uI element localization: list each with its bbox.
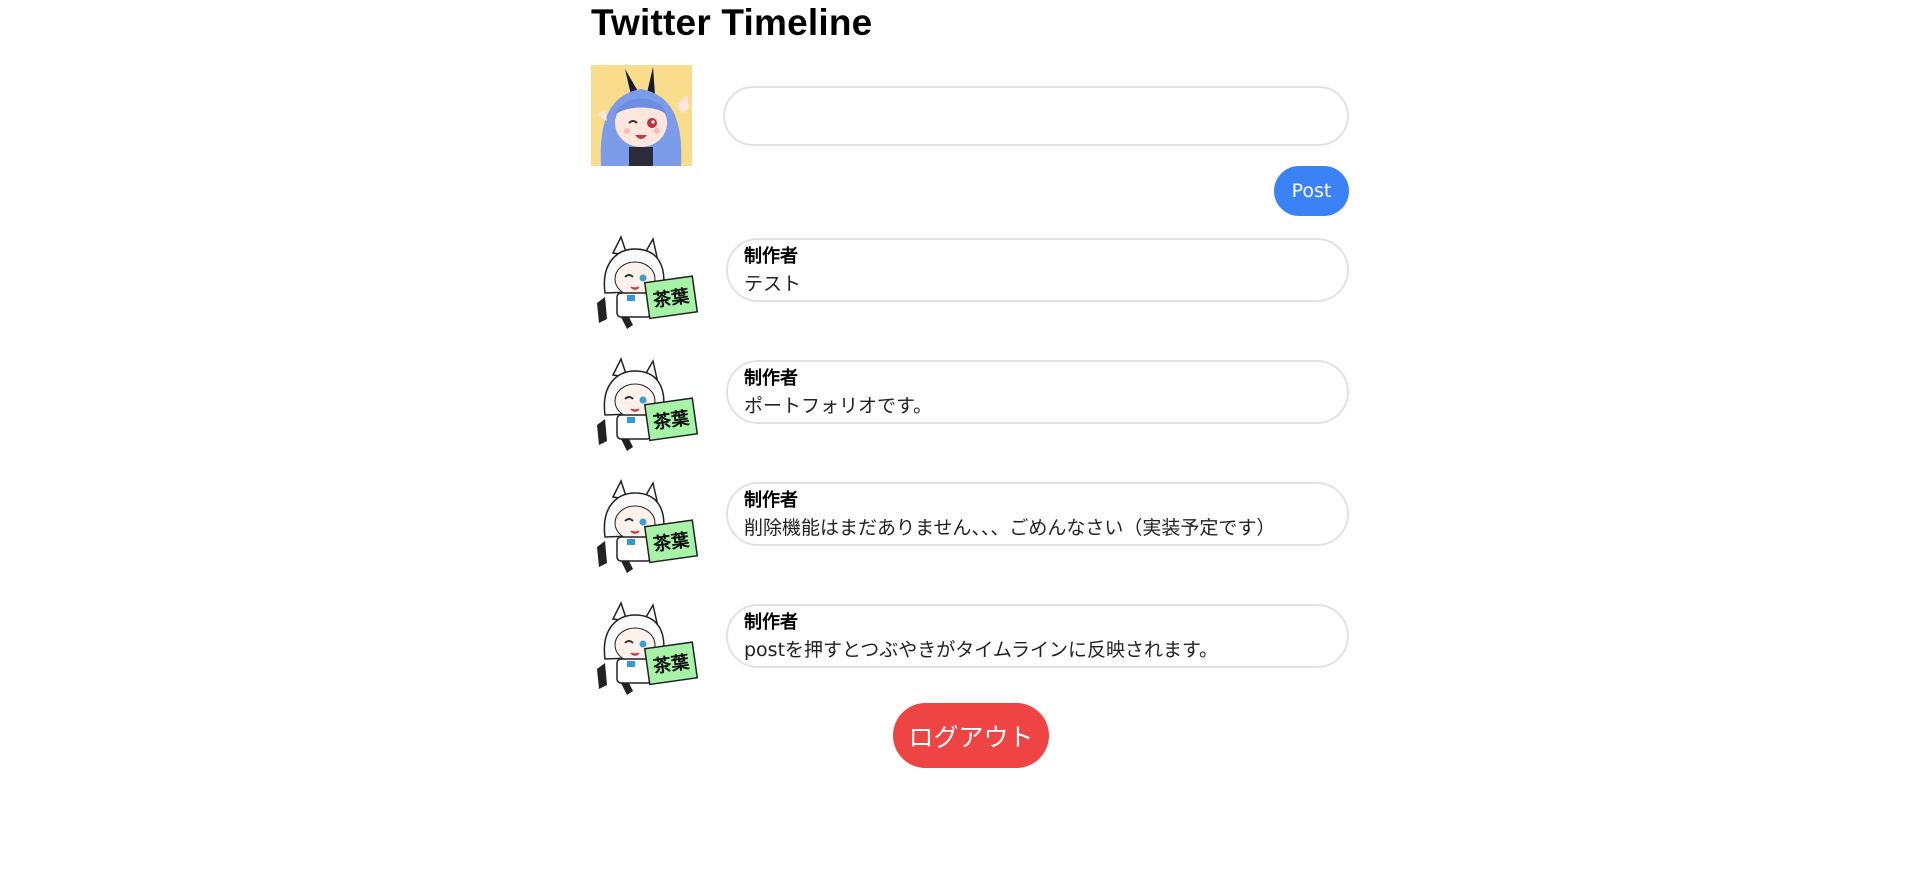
anime-bunny-girl-avatar-icon <box>591 65 692 166</box>
tweet-input[interactable] <box>723 86 1349 146</box>
anime-cat-girl-avatar-icon: 茶葉 <box>597 479 699 573</box>
post-text: テスト <box>744 273 802 295</box>
logout-button[interactable]: ログアウト <box>893 703 1049 768</box>
post-text: postを押すとつぶやきがタイムラインに反映されます。 <box>744 639 1219 661</box>
post-bubble: 制作者 postを押すとつぶやきがタイムラインに反映されます。 <box>726 604 1349 668</box>
post-author: 制作者 <box>744 490 798 511</box>
post-author: 制作者 <box>744 246 798 267</box>
post-bubble: 制作者 削除機能はまだありません、、、ごめんなさい（実装予定です） <box>726 482 1349 546</box>
post-avatar: 茶葉 <box>591 477 699 573</box>
post-item: 茶葉 制作者 テスト <box>591 235 1349 329</box>
post-avatar: 茶葉 <box>591 599 699 695</box>
post-item: 茶葉 制作者 postを押すとつぶやきがタイムラインに反映されます。 <box>591 601 1349 695</box>
post-item: 茶葉 制作者 削除機能はまだありません、、、ごめんなさい（実装予定です） <box>591 479 1349 573</box>
post-author: 制作者 <box>744 612 798 633</box>
user-avatar <box>591 65 692 166</box>
post-avatar: 茶葉 <box>591 233 699 329</box>
post-item: 茶葉 制作者 ポートフォリオです。 <box>591 357 1349 451</box>
anime-cat-girl-avatar-icon: 茶葉 <box>597 601 699 695</box>
anime-cat-girl-avatar-icon: 茶葉 <box>597 357 699 451</box>
anime-cat-girl-avatar-icon: 茶葉 <box>597 235 699 329</box>
post-text: 削除機能はまだありません、、、ごめんなさい（実装予定です） <box>744 517 1276 539</box>
post-bubble: 制作者 テスト <box>726 238 1349 302</box>
page-title: Twitter Timeline <box>591 2 873 43</box>
post-author: 制作者 <box>744 368 798 389</box>
post-avatar: 茶葉 <box>591 355 699 451</box>
post-button[interactable]: Post <box>1274 166 1349 216</box>
post-text: ポートフォリオです。 <box>744 395 933 417</box>
post-bubble: 制作者 ポートフォリオです。 <box>726 360 1349 424</box>
